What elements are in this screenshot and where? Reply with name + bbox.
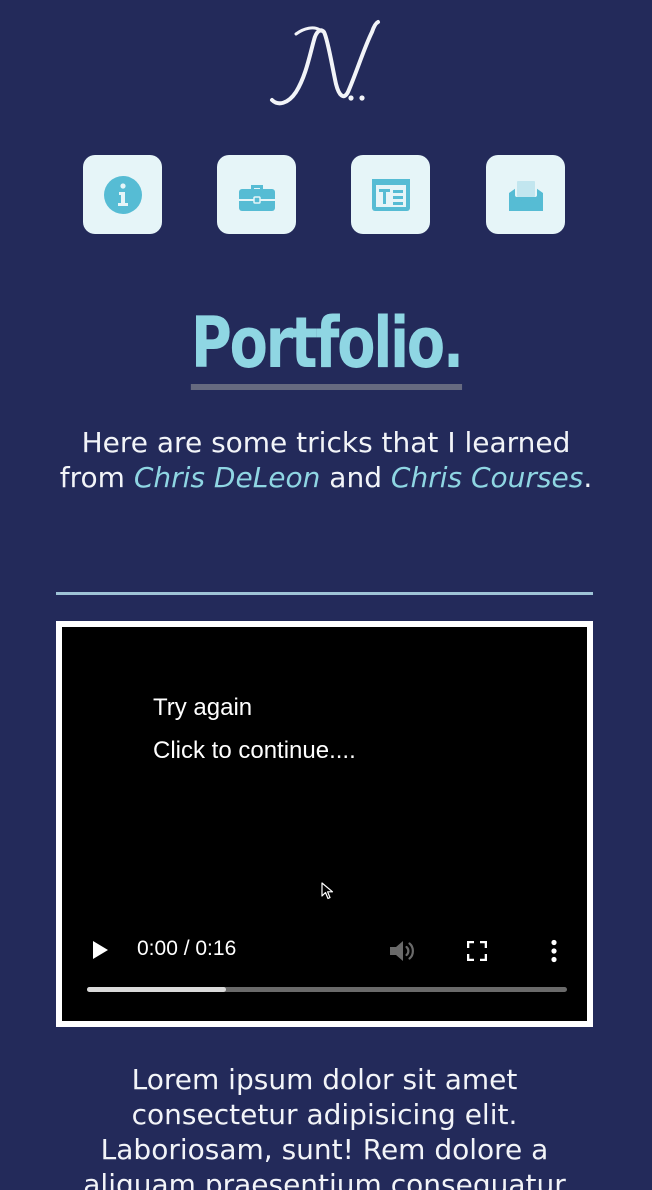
- fullscreen-icon[interactable]: [467, 941, 487, 961]
- video-progress-fill: [87, 987, 227, 992]
- info-icon: [103, 175, 142, 214]
- mouse-cursor-icon: [321, 882, 334, 900]
- divider: [56, 592, 593, 595]
- video-frame: Try again Click to continue.... 0:00 / 0…: [56, 621, 593, 1027]
- video-overlay-line-2: Click to continue....: [153, 737, 356, 764]
- logo-signature[interactable]: [260, 14, 390, 110]
- video-time: 0:00 / 0:16: [137, 937, 237, 960]
- intro-text: Here are some tricks that I learned from…: [56, 426, 596, 495]
- video-overlay-line-1: Try again: [153, 694, 253, 721]
- nav-blog-button[interactable]: [351, 155, 430, 234]
- page-title-text: Portfolio.: [190, 302, 464, 390]
- nav-contact-button[interactable]: [486, 155, 565, 234]
- briefcase-icon: [238, 184, 275, 211]
- video-progress-bar[interactable]: [87, 987, 567, 992]
- page-title: Portfolio.: [0, 302, 652, 390]
- more-options-icon[interactable]: [550, 939, 558, 963]
- volume-icon[interactable]: [388, 938, 416, 964]
- play-icon[interactable]: [91, 940, 109, 960]
- video-controls: 0:00 / 0:16: [62, 927, 587, 1021]
- text-card-icon: [371, 178, 410, 211]
- page: Portfolio. Here are some tricks that I l…: [0, 0, 652, 1190]
- intro-text-2: and: [320, 460, 391, 494]
- video-player[interactable]: Try again Click to continue.... 0:00 / 0…: [62, 627, 587, 1021]
- icon-nav: [0, 155, 652, 234]
- chris-deleon-link[interactable]: Chris DeLeon: [134, 461, 321, 494]
- envelope-icon: [508, 178, 543, 211]
- intro-text-3: .: [583, 460, 593, 494]
- chris-courses-link[interactable]: Chris Courses: [391, 461, 583, 494]
- nav-about-button[interactable]: [83, 155, 162, 234]
- body-paragraph: Lorem ipsum dolor sit amet consectetur a…: [83, 1063, 566, 1190]
- nav-work-button[interactable]: [217, 155, 296, 234]
